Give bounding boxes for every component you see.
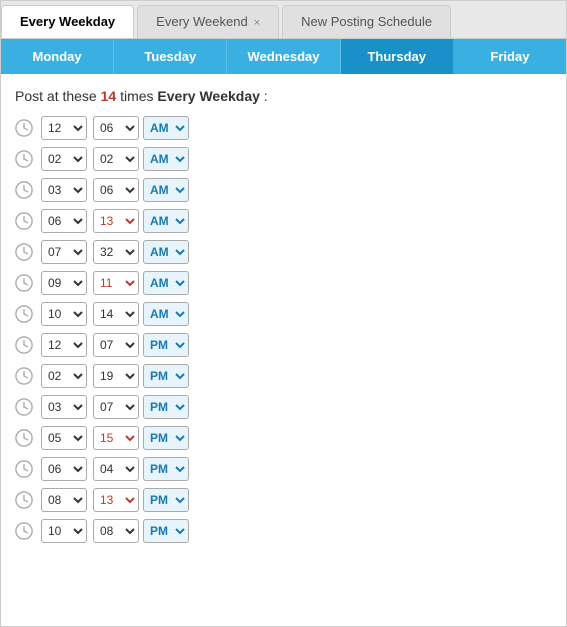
hour-select[interactable]: 010203040506070809101112	[41, 302, 87, 326]
minute-select[interactable]: 0001020304050607080910111213141516171819…	[93, 364, 139, 388]
day-tab-tuesday[interactable]: Tuesday	[114, 39, 227, 74]
ampm-select[interactable]: AMPM	[143, 364, 189, 388]
clock-icon	[15, 398, 33, 416]
day-tab-friday[interactable]: Friday	[454, 39, 566, 74]
ampm-select[interactable]: AMPM	[143, 302, 189, 326]
hour-select[interactable]: 010203040506070809101112	[41, 426, 87, 450]
minute-select[interactable]: 0001020304050607080910111213141516171819…	[93, 240, 139, 264]
content-area: Post at these 14 times Every Weekday : 0…	[1, 74, 566, 564]
post-label-colon: :	[260, 88, 268, 104]
post-label: Post at these 14 times Every Weekday :	[15, 88, 552, 104]
tab-new-posting-schedule[interactable]: New Posting Schedule	[282, 5, 451, 38]
time-row: 0102030405060708091011120001020304050607…	[15, 426, 552, 450]
clock-icon	[15, 429, 33, 447]
time-row: 0102030405060708091011120001020304050607…	[15, 178, 552, 202]
clock-icon	[15, 212, 33, 230]
tab-every-weekend[interactable]: Every Weekend×	[137, 5, 279, 38]
minute-select[interactable]: 0001020304050607080910111213141516171819…	[93, 116, 139, 140]
time-row: 0102030405060708091011120001020304050607…	[15, 364, 552, 388]
ampm-select[interactable]: AMPM	[143, 519, 189, 543]
ampm-select[interactable]: AMPM	[143, 209, 189, 233]
clock-icon	[15, 243, 33, 261]
ampm-select[interactable]: AMPM	[143, 147, 189, 171]
hour-select[interactable]: 010203040506070809101112	[41, 457, 87, 481]
ampm-select[interactable]: AMPM	[143, 116, 189, 140]
hour-select[interactable]: 010203040506070809101112	[41, 271, 87, 295]
minute-select[interactable]: 0001020304050607080910111213141516171819…	[93, 519, 139, 543]
minute-select[interactable]: 0001020304050607080910111213141516171819…	[93, 426, 139, 450]
time-rows-container: 0102030405060708091011120001020304050607…	[15, 116, 552, 543]
close-tab-icon[interactable]: ×	[254, 17, 260, 29]
minute-select[interactable]: 0001020304050607080910111213141516171819…	[93, 147, 139, 171]
tab-bar: Every WeekdayEvery Weekend×New Posting S…	[1, 1, 566, 39]
time-row: 0102030405060708091011120001020304050607…	[15, 209, 552, 233]
main-container: Every WeekdayEvery Weekend×New Posting S…	[0, 0, 567, 627]
hour-select[interactable]: 010203040506070809101112	[41, 178, 87, 202]
ampm-select[interactable]: AMPM	[143, 395, 189, 419]
time-row: 0102030405060708091011120001020304050607…	[15, 519, 552, 543]
clock-icon	[15, 119, 33, 137]
ampm-select[interactable]: AMPM	[143, 457, 189, 481]
post-count: 14	[101, 88, 117, 104]
time-row: 0102030405060708091011120001020304050607…	[15, 147, 552, 171]
hour-select[interactable]: 010203040506070809101112	[41, 488, 87, 512]
clock-icon	[15, 274, 33, 292]
minute-select[interactable]: 0001020304050607080910111213141516171819…	[93, 488, 139, 512]
day-tab-wednesday[interactable]: Wednesday	[227, 39, 340, 74]
time-row: 0102030405060708091011120001020304050607…	[15, 271, 552, 295]
day-tabs: MondayTuesdayWednesdayThursdayFriday	[1, 39, 566, 74]
hour-select[interactable]: 010203040506070809101112	[41, 147, 87, 171]
ampm-select[interactable]: AMPM	[143, 333, 189, 357]
ampm-select[interactable]: AMPM	[143, 178, 189, 202]
hour-select[interactable]: 010203040506070809101112	[41, 209, 87, 233]
clock-icon	[15, 491, 33, 509]
minute-select[interactable]: 0001020304050607080910111213141516171819…	[93, 302, 139, 326]
clock-icon	[15, 150, 33, 168]
ampm-select[interactable]: AMPM	[143, 488, 189, 512]
hour-select[interactable]: 010203040506070809101112	[41, 116, 87, 140]
clock-icon	[15, 305, 33, 323]
ampm-select[interactable]: AMPM	[143, 271, 189, 295]
time-row: 0102030405060708091011120001020304050607…	[15, 240, 552, 264]
time-row: 0102030405060708091011120001020304050607…	[15, 302, 552, 326]
clock-icon	[15, 336, 33, 354]
tab-every-weekday[interactable]: Every Weekday	[1, 5, 134, 38]
hour-select[interactable]: 010203040506070809101112	[41, 395, 87, 419]
post-label-suffix: times	[116, 88, 157, 104]
minute-select[interactable]: 0001020304050607080910111213141516171819…	[93, 333, 139, 357]
post-label-prefix: Post at these	[15, 88, 101, 104]
minute-select[interactable]: 0001020304050607080910111213141516171819…	[93, 395, 139, 419]
clock-icon	[15, 181, 33, 199]
time-row: 0102030405060708091011120001020304050607…	[15, 457, 552, 481]
ampm-select[interactable]: AMPM	[143, 426, 189, 450]
hour-select[interactable]: 010203040506070809101112	[41, 364, 87, 388]
hour-select[interactable]: 010203040506070809101112	[41, 519, 87, 543]
time-row: 0102030405060708091011120001020304050607…	[15, 333, 552, 357]
time-row: 0102030405060708091011120001020304050607…	[15, 116, 552, 140]
minute-select[interactable]: 0001020304050607080910111213141516171819…	[93, 457, 139, 481]
ampm-select[interactable]: AMPM	[143, 240, 189, 264]
time-row: 0102030405060708091011120001020304050607…	[15, 488, 552, 512]
minute-select[interactable]: 0001020304050607080910111213141516171819…	[93, 271, 139, 295]
day-tab-thursday[interactable]: Thursday	[341, 39, 454, 74]
clock-icon	[15, 522, 33, 540]
clock-icon	[15, 367, 33, 385]
minute-select[interactable]: 0001020304050607080910111213141516171819…	[93, 209, 139, 233]
clock-icon	[15, 460, 33, 478]
time-row: 0102030405060708091011120001020304050607…	[15, 395, 552, 419]
hour-select[interactable]: 010203040506070809101112	[41, 333, 87, 357]
post-day: Every Weekday	[157, 88, 259, 104]
hour-select[interactable]: 010203040506070809101112	[41, 240, 87, 264]
day-tab-monday[interactable]: Monday	[1, 39, 114, 74]
minute-select[interactable]: 0001020304050607080910111213141516171819…	[93, 178, 139, 202]
